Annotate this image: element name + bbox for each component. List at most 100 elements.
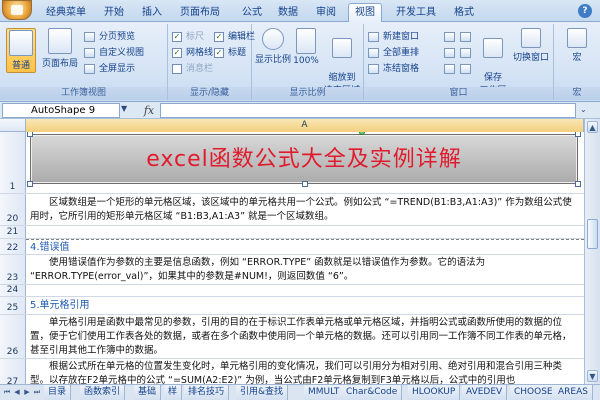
split-button[interactable] xyxy=(444,30,456,44)
row-header[interactable]: 25 xyxy=(0,297,26,314)
sheet-tab-bar: ⏮ ◀ ▶ ⏭ 目录 函数索引 基础 样 排名技巧 引用&查找 MMULT Ch… xyxy=(0,384,600,400)
tab-page-layout[interactable]: 页面布局 xyxy=(174,4,226,22)
new-window-button[interactable]: 新建窗口 xyxy=(368,30,419,44)
sheet-tab[interactable]: 样 xyxy=(164,385,183,400)
cell-text[interactable]: 根据公式所在单元格的位置发生变化时，单元格引用的变化情况，我们可以引用分为相对引… xyxy=(26,359,584,384)
gridlines-checkbox[interactable]: ✓ 网格线 xyxy=(172,46,213,60)
tab-home[interactable]: 开始 xyxy=(98,4,130,22)
freeze-panes-label: 冻结窗格 xyxy=(383,64,420,74)
row-header[interactable]: 27 xyxy=(0,359,26,384)
sheet-tab[interactable]: AREAS xyxy=(554,385,593,400)
cell-text[interactable]: 使用错误值作为参数的主要是信息函数，例如 “ERROR.TYPE” 函数就是以错… xyxy=(26,255,584,284)
zoom-to-selection-button[interactable]: 缩放到 选定区域 xyxy=(322,28,362,96)
page-layout-icon xyxy=(48,28,72,54)
tab-view[interactable]: 视图 xyxy=(348,3,382,23)
sync-scroll-button[interactable] xyxy=(460,46,472,60)
scroll-thumb[interactable] xyxy=(587,219,598,249)
tab-data[interactable]: 数据 xyxy=(272,4,304,22)
title-banner-shape[interactable]: excel函数公式大全及实例详解 xyxy=(27,132,581,187)
cell-text[interactable] xyxy=(26,226,584,238)
cell-text[interactable]: 区域数组是一个矩形的单元格区域，该区域中的单元格共用一个公式。例如公式 “=TR… xyxy=(26,194,584,225)
row-number: 23 xyxy=(6,273,19,283)
row-header[interactable]: 26 xyxy=(0,315,26,358)
section-heading[interactable]: 4.错误值 xyxy=(26,239,584,254)
prev-sheet-icon[interactable]: ◀ xyxy=(12,387,22,398)
save-workspace-button[interactable]: 保存 工作区 xyxy=(476,28,510,96)
formula-bar-check-icon: ✓ xyxy=(214,32,224,42)
save-workspace-icon xyxy=(483,38,503,58)
table-row: 27 根据公式所在单元格的位置发生变化时，单元格引用的变化情况，我们可以引用分为… xyxy=(0,359,584,384)
sheet-tab[interactable]: MMULT xyxy=(304,385,345,400)
reset-position-button[interactable] xyxy=(460,62,472,76)
unhide-button[interactable] xyxy=(444,62,456,76)
insert-function-icon[interactable]: fx xyxy=(140,103,158,118)
sheet-tab[interactable]: 目录 xyxy=(44,385,72,400)
name-box-dropdown-icon[interactable]: ▼ xyxy=(121,104,131,117)
arrange-all-button[interactable]: 全部重排 xyxy=(368,46,419,60)
freeze-panes-button[interactable]: 冻结窗格 xyxy=(368,62,419,76)
office-button[interactable] xyxy=(2,0,32,20)
tab-classic-menu[interactable]: 经典菜单 xyxy=(40,4,92,22)
sheet-tab[interactable]: HLOOKUP xyxy=(408,385,461,400)
group-label-macros: 宏 xyxy=(554,87,600,100)
scroll-up-icon[interactable]: ▲ xyxy=(587,121,598,133)
message-bar-label: 消息栏 xyxy=(186,64,214,74)
sheet-tab[interactable]: 基础 xyxy=(134,385,162,400)
page-layout-view-button[interactable]: 页面布局 xyxy=(40,28,80,69)
scroll-down-icon[interactable]: ▼ xyxy=(587,370,598,382)
custom-views-label: 自定义视图 xyxy=(99,48,145,58)
sheet-tab[interactable]: AVEDEV xyxy=(462,385,508,400)
zoom-button[interactable]: 显示比例 xyxy=(254,28,292,65)
tab-insert[interactable]: 插入 xyxy=(136,4,168,22)
hide-icon xyxy=(444,48,455,58)
tab-developer[interactable]: 开发工具 xyxy=(390,4,442,22)
ruler-checkbox[interactable]: ✓ 标尺 xyxy=(172,30,204,44)
expand-formula-bar-icon[interactable]: ⌄ xyxy=(580,105,587,114)
switch-windows-button[interactable]: 切换窗口 xyxy=(510,28,552,63)
row-number: 27 xyxy=(6,377,19,384)
zoom-100-button[interactable]: 100% xyxy=(292,28,320,66)
hide-button[interactable] xyxy=(444,46,456,60)
sheet-tab[interactable]: 排名技巧 xyxy=(184,385,230,400)
view-side-by-side-button[interactable] xyxy=(460,30,472,44)
row-header[interactable]: 20 xyxy=(0,194,26,225)
tab-format[interactable]: 格式 xyxy=(448,4,480,22)
sheet-tab[interactable]: 引用&查找 xyxy=(236,385,289,400)
macros-button[interactable]: 宏 xyxy=(562,28,592,63)
last-sheet-icon[interactable]: ⏭ xyxy=(32,387,42,398)
office-logo-icon xyxy=(11,5,23,15)
select-all-corner[interactable] xyxy=(0,119,26,132)
row-header[interactable]: 22 xyxy=(0,239,26,254)
custom-views-button[interactable]: 自定义视图 xyxy=(84,46,144,60)
full-screen-button[interactable]: 全屏显示 xyxy=(84,62,135,76)
headings-checkbox[interactable]: ✓ 标题 xyxy=(214,46,246,60)
page-break-preview-button[interactable]: 分页预览 xyxy=(84,30,135,44)
next-sheet-icon[interactable]: ▶ xyxy=(22,387,32,398)
cell-text[interactable]: 单元格引用是函数中最常见的参数，引用的目的在于标识工作表单元格或单元格区域，并指… xyxy=(26,315,584,358)
group-workbook-views: 普通 页面布局 分页预览 自定义视图 全屏显示 工作簿视图 xyxy=(0,24,168,100)
group-show-hide: ✓ 标尺 ✓ 网格线 消息栏 ✓ 编辑栏 ✓ 标题 显示/隐藏 xyxy=(168,24,255,100)
column-header-a[interactable]: A xyxy=(26,119,584,132)
formula-input[interactable] xyxy=(160,103,576,118)
message-bar-checkbox[interactable]: 消息栏 xyxy=(172,62,213,76)
formula-bar-checkbox[interactable]: ✓ 编辑栏 xyxy=(214,30,255,44)
worksheet-grid[interactable]: 1 excel函数公式大全及实例详解 20 区域数组是一个矩形的单元格区域，该区… xyxy=(0,132,584,384)
sheet-tab[interactable]: Char&Code xyxy=(342,385,403,400)
headings-check-icon: ✓ xyxy=(214,48,224,58)
tab-formulas[interactable]: 公式 xyxy=(236,4,268,22)
cell-text[interactable] xyxy=(26,285,584,296)
full-screen-label: 全屏显示 xyxy=(99,64,136,74)
vertical-scrollbar[interactable]: ▲ ▼ xyxy=(584,119,600,384)
first-sheet-icon[interactable]: ⏮ xyxy=(2,387,12,398)
row-header[interactable]: 24 xyxy=(0,285,26,296)
help-icon[interactable]: ? xyxy=(578,4,592,18)
tab-review[interactable]: 审阅 xyxy=(310,4,342,22)
row-header[interactable]: 1 xyxy=(0,132,26,193)
row-header[interactable]: 21 xyxy=(0,226,26,238)
sheet-tab[interactable]: 函数索引 xyxy=(80,385,126,400)
normal-view-button[interactable]: 普通 xyxy=(6,28,36,73)
section-heading[interactable]: 5.单元格引用 xyxy=(26,297,584,314)
row-header[interactable]: 23 xyxy=(0,255,26,284)
sheet-tab[interactable]: CHOOSE xyxy=(510,385,558,400)
name-box[interactable]: AutoShape 9 xyxy=(2,103,120,118)
